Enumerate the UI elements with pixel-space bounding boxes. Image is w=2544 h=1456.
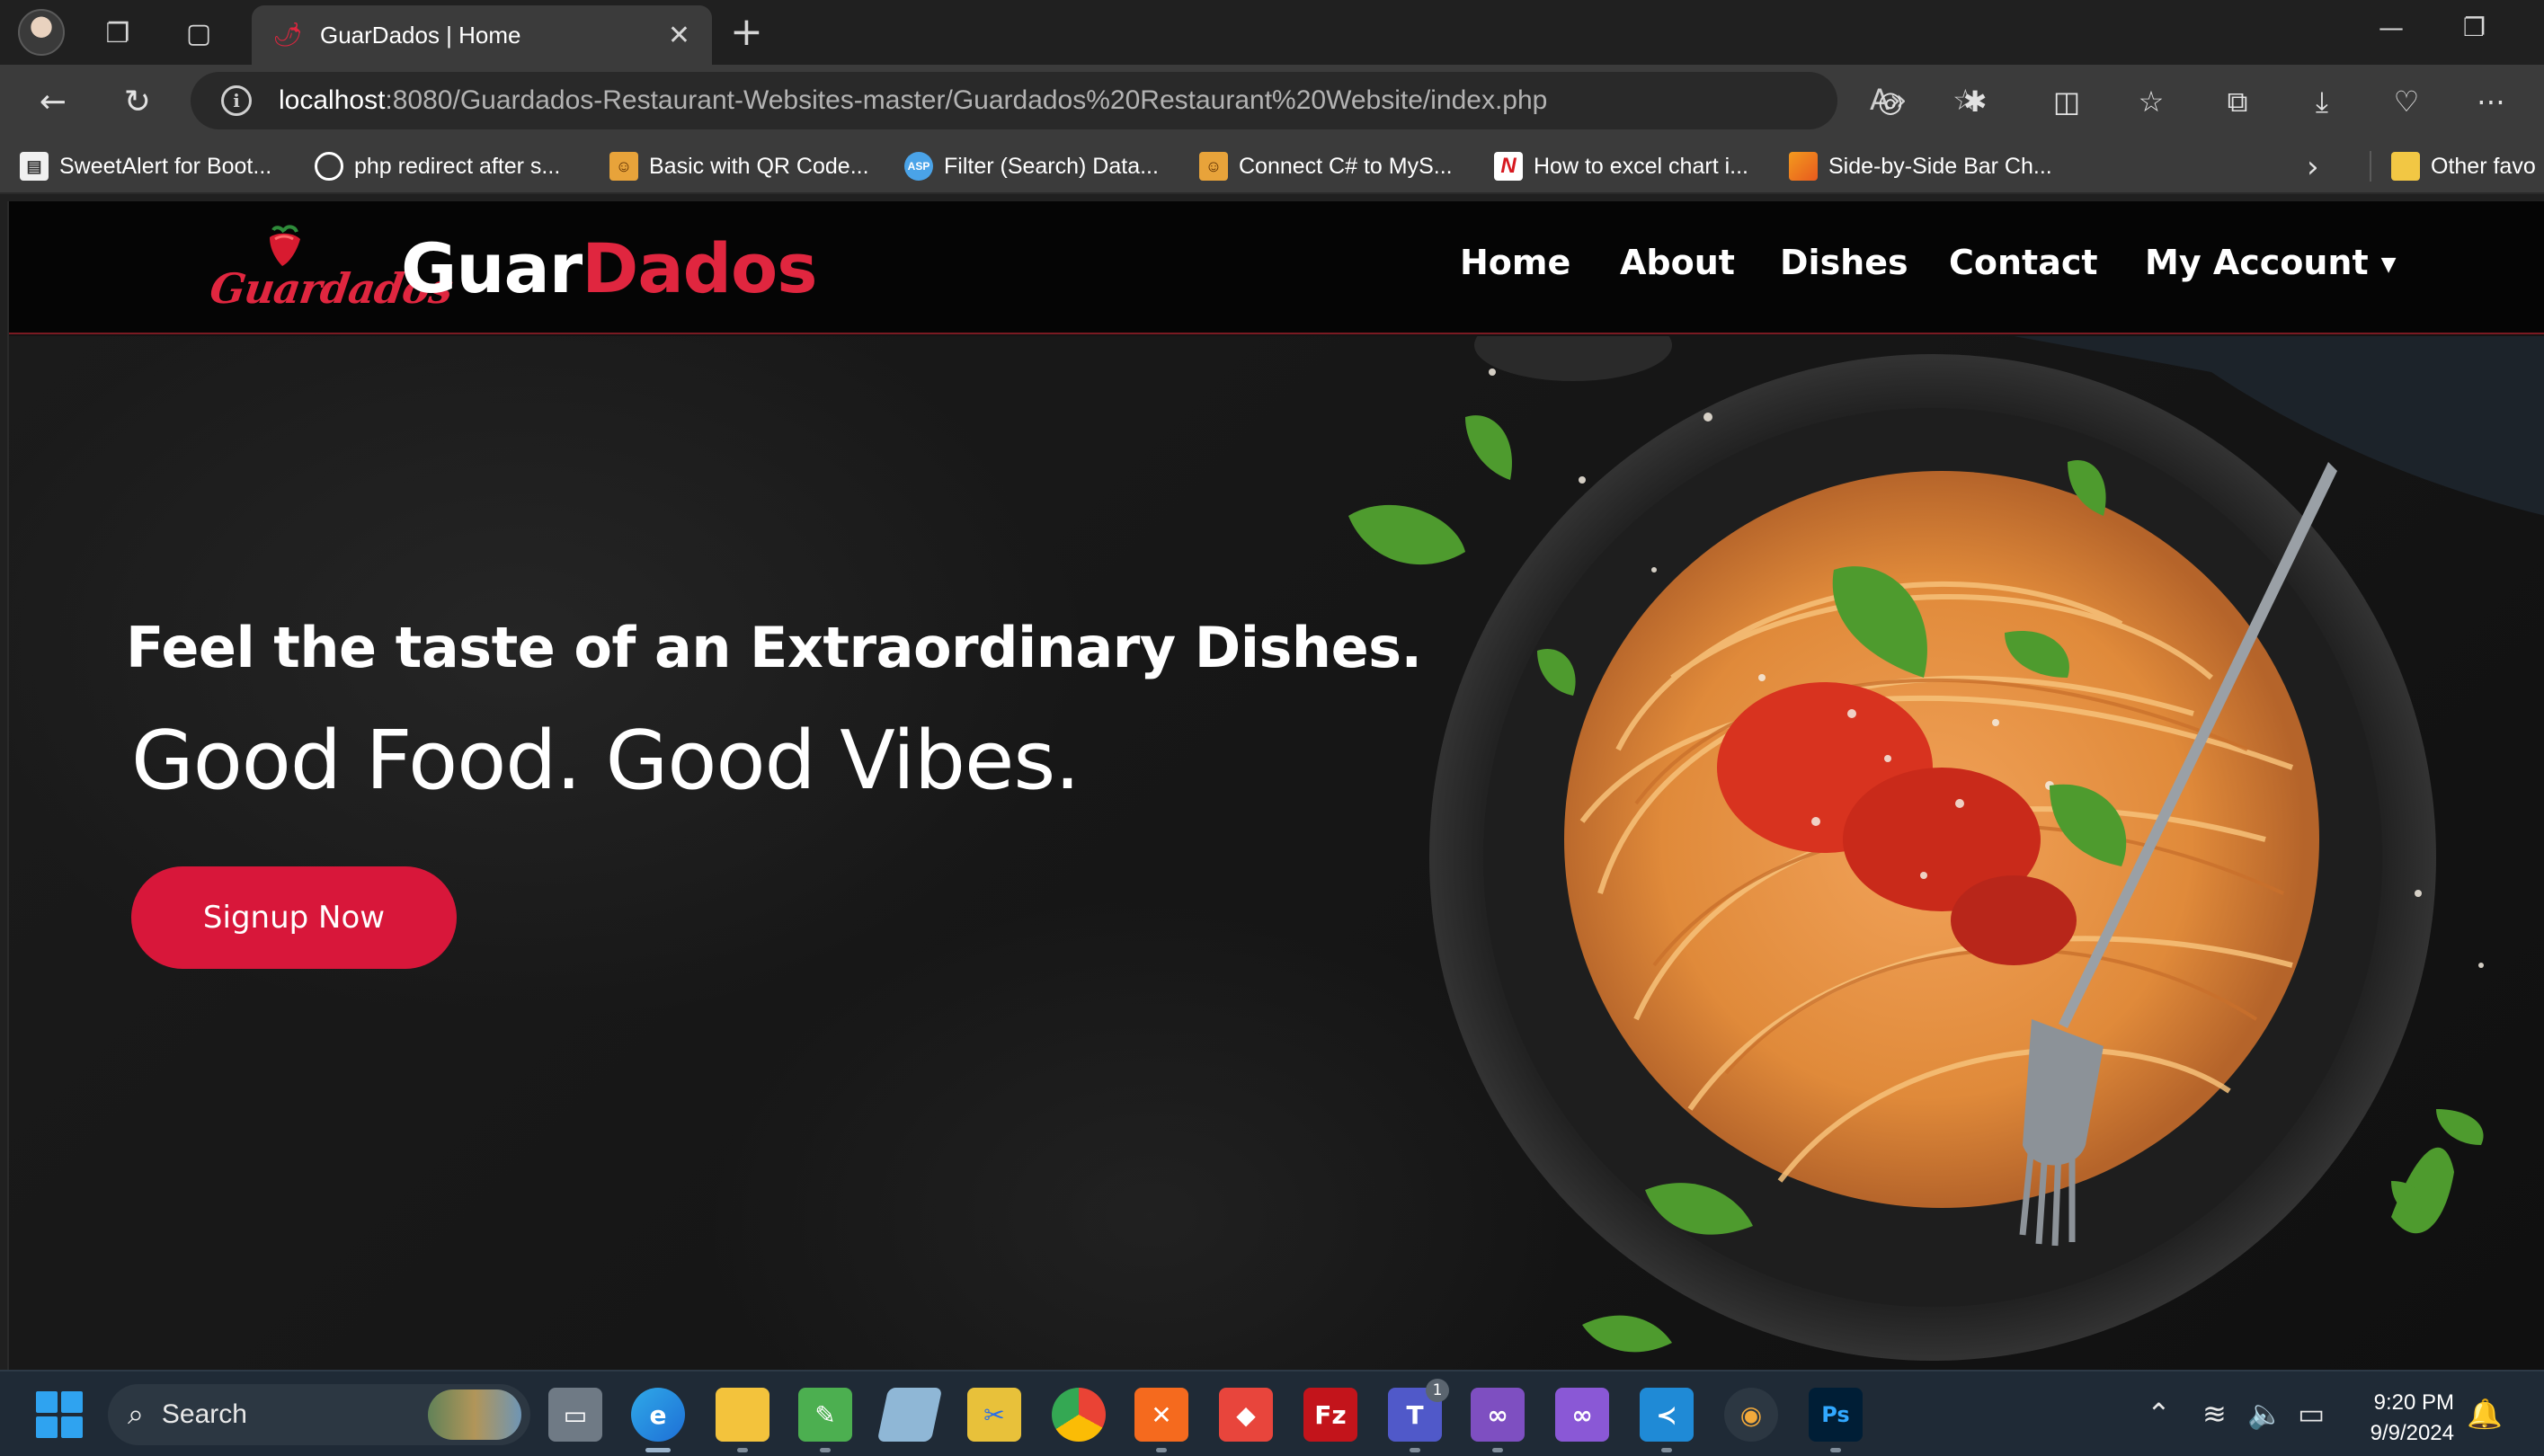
sublime-app-icon[interactable]: ◉ [1724, 1388, 1778, 1442]
bookmark-item[interactable]: ▤ SweetAlert for Boot... [20, 149, 271, 183]
hero-section: Feel the taste of an Extraordinary Dishe… [9, 336, 2544, 1370]
workspaces-icon[interactable]: ❐ [97, 13, 138, 54]
refresh-icon[interactable]: ↻ [117, 81, 158, 122]
site-navbar: Guardados GuarDados Home About Dishes Co… [9, 201, 2544, 334]
chili-favicon-icon: 🌶 [272, 22, 303, 49]
windows-start-icon[interactable] [36, 1391, 83, 1438]
visual-studio-icon[interactable]: ∞ [1471, 1388, 1525, 1452]
new-tab-icon[interactable]: + [730, 11, 763, 54]
teams-icon[interactable]: T1 [1388, 1379, 1449, 1452]
github-icon [315, 152, 343, 181]
hero-subtitle: Feel the taste of an Extraordinary Dishe… [126, 615, 1422, 680]
tab-actions-icon[interactable]: ▢ [178, 13, 219, 54]
minimize-icon[interactable]: — [2379, 13, 2404, 42]
bookmark-item[interactable]: ☺ Connect C# to MyS... [1199, 149, 1453, 183]
nav-about[interactable]: About [1620, 243, 1735, 282]
split-screen-icon[interactable]: ◫ [2046, 81, 2087, 122]
bookmark-item[interactable]: N How to excel chart i... [1494, 149, 1748, 183]
system-clock[interactable]: 9:20 PM 9/9/2024 [2343, 1388, 2454, 1449]
nav-my-account[interactable]: My Account ▼ [2145, 243, 2397, 282]
browser-essentials-icon[interactable]: ♡ [2386, 81, 2427, 122]
bookmark-separator [2370, 151, 2371, 182]
spaghetti-plate-image [1348, 336, 2544, 1361]
edge-browser-icon[interactable]: e [631, 1388, 685, 1452]
bookmark-item[interactable]: Side-by-Side Bar Ch... [1789, 149, 2052, 183]
filezilla-icon[interactable]: Fz [1303, 1388, 1357, 1442]
folder-icon [2391, 152, 2420, 181]
signup-now-button[interactable]: Signup Now [131, 866, 457, 969]
app-icon[interactable] [876, 1388, 943, 1442]
back-icon[interactable]: ← [32, 81, 74, 122]
hero-title: Good Food. Good Vibes. [131, 714, 1081, 808]
aspnet-icon: ASP [904, 152, 933, 181]
chart-icon [1789, 152, 1818, 181]
address-toolbar: ← ↻ i localhost:8080/Guardados-Restauran… [0, 65, 2544, 138]
bookmark-item[interactable]: php redirect after s... [315, 149, 560, 183]
file-explorer-icon[interactable] [716, 1388, 769, 1452]
taskbar-search[interactable]: ⌕ Search [108, 1384, 530, 1445]
chevron-up-icon[interactable]: ⌃ [2147, 1397, 2171, 1431]
copilot-extension-icon[interactable]: ◎ [1870, 81, 1911, 122]
document-icon: ▤ [20, 152, 49, 181]
address-bar[interactable]: i localhost:8080/Guardados-Restaurant-We… [191, 72, 1979, 129]
notepad-plus-icon[interactable]: ✎ [798, 1388, 852, 1452]
more-menu-icon[interactable]: ⋯ [2470, 81, 2512, 122]
search-icon: ⌕ [128, 1398, 144, 1430]
volume-icon[interactable]: 🔈 [2247, 1397, 2283, 1431]
nav-home[interactable]: Home [1460, 243, 1570, 282]
other-favorites-folder[interactable]: Other favo [2391, 149, 2536, 183]
close-tab-icon[interactable]: ✕ [668, 20, 690, 51]
nav-dishes[interactable]: Dishes [1780, 243, 1908, 282]
downloads-icon[interactable]: ⤓ [2301, 81, 2343, 122]
browser-tab-bar: ❐ ▢ 🌶 GuarDados | Home ✕ + — ❐ [0, 0, 2544, 65]
site-info-icon[interactable]: i [221, 85, 252, 116]
chili-pepper-icon [270, 225, 300, 266]
snipping-tool-icon[interactable]: ✂ [967, 1388, 1021, 1442]
notification-badge: 1 [1426, 1379, 1449, 1402]
photoshop-icon[interactable]: Ps [1809, 1388, 1863, 1452]
guardados-logo[interactable]: Guardados [207, 225, 455, 315]
bookmark-item[interactable]: ☺ Basic with QR Code... [609, 149, 869, 183]
anydesk-icon[interactable]: ◆ [1219, 1388, 1273, 1442]
chevron-right-icon[interactable]: › [2307, 149, 2319, 185]
website-viewport: Guardados GuarDados Home About Dishes Co… [7, 201, 2544, 1370]
brand-name[interactable]: GuarDados [401, 228, 818, 308]
collections-icon[interactable]: ⧉ [2217, 81, 2258, 122]
battery-icon[interactable]: ▭ [2298, 1397, 2325, 1431]
tab-active[interactable]: 🌶 GuarDados | Home ✕ [252, 5, 712, 65]
extensions-icon[interactable]: ✱ [1954, 81, 1996, 122]
nav-contact[interactable]: Contact [1949, 243, 2098, 282]
notification-bell-icon[interactable]: 🔔 [2467, 1397, 2503, 1431]
profile-avatar[interactable] [18, 9, 65, 56]
xampp-icon[interactable]: ✕ [1134, 1388, 1188, 1452]
restore-icon[interactable]: ❐ [2463, 13, 2486, 42]
bookmarks-bar: ▤ SweetAlert for Boot... php redirect af… [0, 138, 2544, 194]
n-logo-icon: N [1494, 152, 1523, 181]
wifi-icon[interactable]: ≋ [2202, 1397, 2227, 1431]
vscode-icon[interactable]: ≺ [1640, 1388, 1694, 1452]
windows-taskbar: ⌕ Search ▭ e ✎ ✂ ✕ ◆ Fz T1 ∞ ∞ ≺ ◉ Ps ⌃ … [0, 1370, 2544, 1456]
url-text[interactable]: localhost:8080/Guardados-Restaurant-Webs… [279, 85, 1547, 116]
clock-time: 9:20 PM [2373, 1390, 2454, 1415]
chrome-icon[interactable] [1052, 1388, 1106, 1442]
blog-icon: ☺ [609, 152, 638, 181]
tab-title: GuarDados | Home [320, 21, 521, 49]
search-highlight-image [428, 1389, 521, 1440]
clock-date: 9/9/2024 [2370, 1421, 2454, 1445]
caret-down-icon: ▼ [2380, 253, 2397, 276]
blog-icon: ☺ [1199, 152, 1228, 181]
bookmark-item[interactable]: ASP Filter (Search) Data... [904, 149, 1159, 183]
visual-studio-preview-icon[interactable]: ∞ [1555, 1388, 1609, 1442]
task-view-icon[interactable]: ▭ [548, 1388, 602, 1442]
favorites-icon[interactable]: ☆ [2130, 81, 2172, 122]
